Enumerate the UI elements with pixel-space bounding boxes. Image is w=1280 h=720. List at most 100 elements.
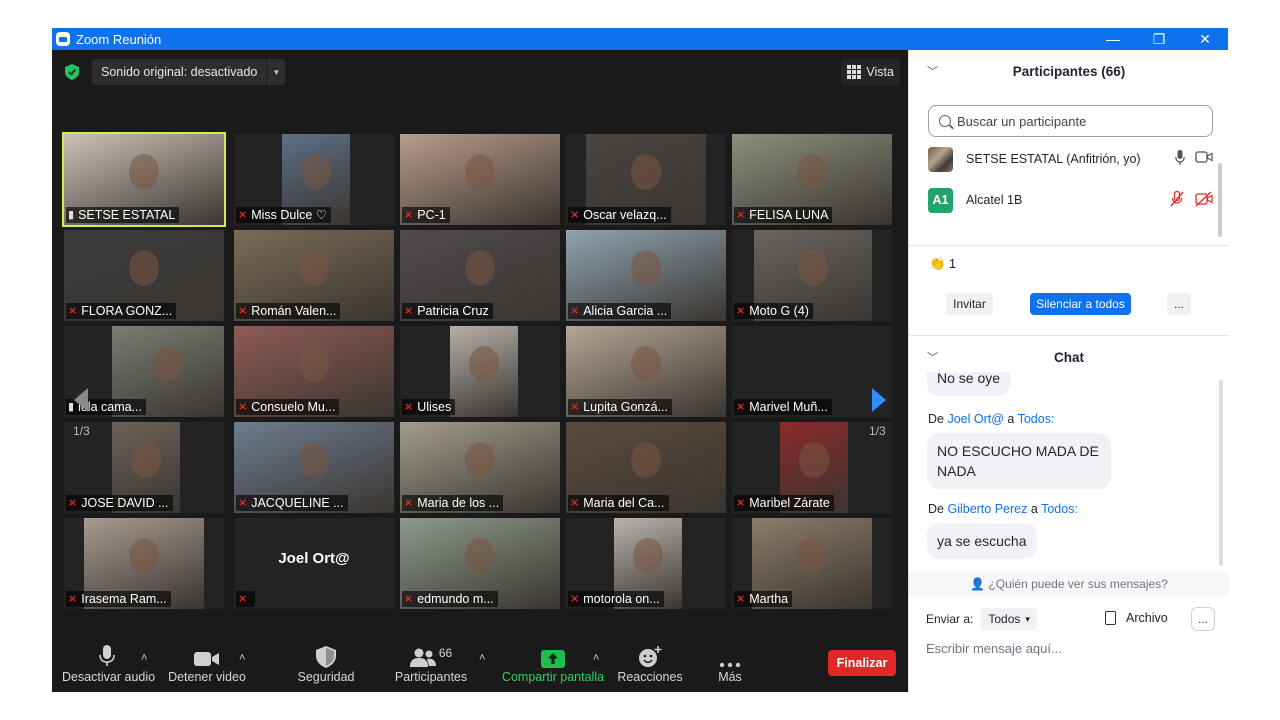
participant-video-tile[interactable]: ⨯ JACQUELINE ... [234,422,394,513]
participant-name: Maribel Zárate [749,496,830,510]
stop-video-button[interactable]: Detener video [166,640,248,692]
participant-face [129,154,159,191]
participant-search-input[interactable]: Buscar un participante [928,105,1213,137]
microphone-muted-icon: ⨯ [736,593,746,605]
microphone-muted-icon: ⨯ [570,209,580,221]
participant-video-tile[interactable]: ⨯ FELISA LUNA [732,134,892,225]
participant-video-tile[interactable]: ⨯ PC-1 [400,134,560,225]
sender-name[interactable]: Joel Ort@ [947,412,1003,426]
participant-name-label: ⨯ Maria de los ... [402,495,504,511]
share-options-chevron-icon[interactable]: ˄ [593,652,599,664]
participant-video-tile[interactable]: ⨯ FLORA GONZ... [64,230,224,321]
participants-more-button[interactable]: ... [1167,293,1191,315]
collapse-chevron-icon[interactable]: ﹀ [927,50,938,94]
participant-video-tile[interactable]: ⨯ Irasema Ram... [64,518,224,609]
meeting-toolbar: Desactivar audio ˄ Detener video ˄ Segur… [52,640,908,692]
audio-options-chevron-icon[interactable]: ˄ [141,652,147,664]
participant-name: Maria de los ... [417,496,500,510]
microphone-muted-icon[interactable] [1169,191,1185,207]
end-meeting-button[interactable]: Finalizar [828,650,896,676]
sender-name[interactable]: Gilberto Perez [947,502,1027,516]
more-button[interactable]: Más [706,640,754,692]
chat-scrollbar[interactable] [1219,380,1223,566]
participant-name-label: ⨯ Miss Dulce ♡ [236,207,332,223]
participant-video-feed [450,326,518,417]
participant-name: Alcatel 1B [966,193,1023,207]
participant-video-tile[interactable]: ▮ SETSE ESTATAL [62,132,226,227]
participant-video-tile[interactable]: ⨯ Alicia Garcia ... [566,230,726,321]
participant-video-tile[interactable]: ⨯ Maria de los ... [400,422,560,513]
microphone-muted-icon: ⨯ [736,401,746,413]
stop-video-label: Detener video [168,670,246,684]
microphone-muted-icon: ⨯ [404,401,414,413]
participant-video-tile[interactable]: ⨯ Ulises [400,326,560,417]
minimize-button[interactable]: — [1090,28,1136,50]
microphone-muted-icon: ⨯ [736,209,746,221]
participant-video-tile[interactable]: ⨯ Oscar velazq... [566,134,726,225]
microphone-muted-icon: ⨯ [570,593,580,605]
participant-video-tile[interactable]: ⨯ Moto G (4) [732,230,892,321]
participant-video-tile[interactable]: ⨯ Martha [732,518,892,609]
send-to-dropdown[interactable]: Todos ▾ [981,608,1037,630]
participant-name: Ulises [417,400,452,414]
video-camera-icon[interactable] [1195,150,1213,164]
participant-name: Maria del Ca... [583,496,665,510]
participant-face [299,442,329,479]
recipient-name[interactable]: Todos: [1041,502,1078,516]
participant-name: Marivel Muñ... [749,400,828,414]
participant-video-tile[interactable]: ⨯ motorola on... [566,518,726,609]
share-screen-button[interactable]: Compartir pantalla [500,640,606,692]
avatar: A1 [928,187,953,213]
participant-name: JOSE DAVID ... [81,496,169,510]
participant-face [631,346,661,383]
participant-video-tile[interactable]: ⨯ Patricia Cruz [400,230,560,321]
chat-message-input[interactable]: Escribir mensaje aquí... [926,641,1062,656]
participant-video-tile[interactable]: ⨯ Consuelo Mu... [234,326,394,417]
reactions-label: Reacciones [617,670,683,684]
restore-button[interactable]: ❐ [1136,28,1182,50]
participant-row[interactable]: SETSE ESTATAL (Anfitrión, yo) [928,146,1213,172]
clap-reaction-count: 👏 1 [929,256,957,271]
mute-audio-button[interactable]: Desactivar audio [62,640,155,692]
view-button[interactable]: Vista [841,59,900,85]
mute-all-button[interactable]: Silenciar a todos [1030,293,1131,315]
participants-scrollbar[interactable] [1218,163,1222,237]
participant-video-tile[interactable]: ⨯ Maria del Ca... [566,422,726,513]
participant-video-tile[interactable]: ⨯ Maribel Zárate [732,422,892,513]
encryption-shield-icon[interactable] [65,64,79,80]
invite-button[interactable]: Invitar [946,293,993,315]
participant-name: Román Valen... [251,304,337,318]
reactions-button[interactable]: Reacciones [616,640,684,692]
participants-button[interactable]: 66 Participantes [392,640,470,692]
video-options-chevron-icon[interactable]: ˄ [239,652,245,664]
file-button[interactable]: Archivo [1105,611,1168,625]
video-off-icon[interactable] [1195,191,1213,207]
close-button[interactable]: ✕ [1182,28,1228,50]
participants-icon [409,648,436,667]
recipient-name[interactable]: Todos: [1018,412,1055,426]
avatar [928,146,953,172]
original-sound-toggle[interactable]: Sonido original: desactivado ▾ [92,59,286,85]
participant-video-tile[interactable]: ⨯ Miss Dulce ♡ [234,134,394,225]
title-bar: Zoom Reunión — ❐ ✕ [52,28,1228,50]
microphone-muted-icon: ⨯ [736,305,746,317]
microphone-muted-icon: ⨯ [238,209,248,221]
participant-name-label: ⨯ Alicia Garcia ... [568,303,672,319]
who-can-see-messages-link[interactable]: 👤 ¿Quién puede ver sus mensajes? [909,573,1229,595]
participant-name-label: ⨯ Irasema Ram... [66,591,171,607]
participant-video-tile[interactable]: ⨯ edmundo m... [400,518,560,609]
participant-row[interactable]: A1 Alcatel 1B [928,187,1213,213]
send-to-row: Enviar a: Todos ▾ [926,608,1037,630]
security-button[interactable]: Seguridad [292,640,360,692]
next-page-arrow-icon[interactable] [868,380,892,420]
participant-face [465,250,495,287]
participant-video-tile[interactable]: ⨯ Lupita Gonzá... [566,326,726,417]
participant-video-tile[interactable]: ⨯ Román Valen... [234,230,394,321]
chevron-down-icon[interactable]: ▾ [267,67,285,78]
participant-name-label: ⨯ FELISA LUNA [734,207,833,223]
microphone-icon[interactable] [1175,150,1185,166]
participants-options-chevron-icon[interactable]: ˄ [479,652,485,664]
chat-more-button[interactable]: ... [1191,607,1215,631]
previous-page-arrow-icon[interactable] [68,380,92,420]
participant-video-tile[interactable]: Joel Ort@ ⨯ [234,518,394,609]
